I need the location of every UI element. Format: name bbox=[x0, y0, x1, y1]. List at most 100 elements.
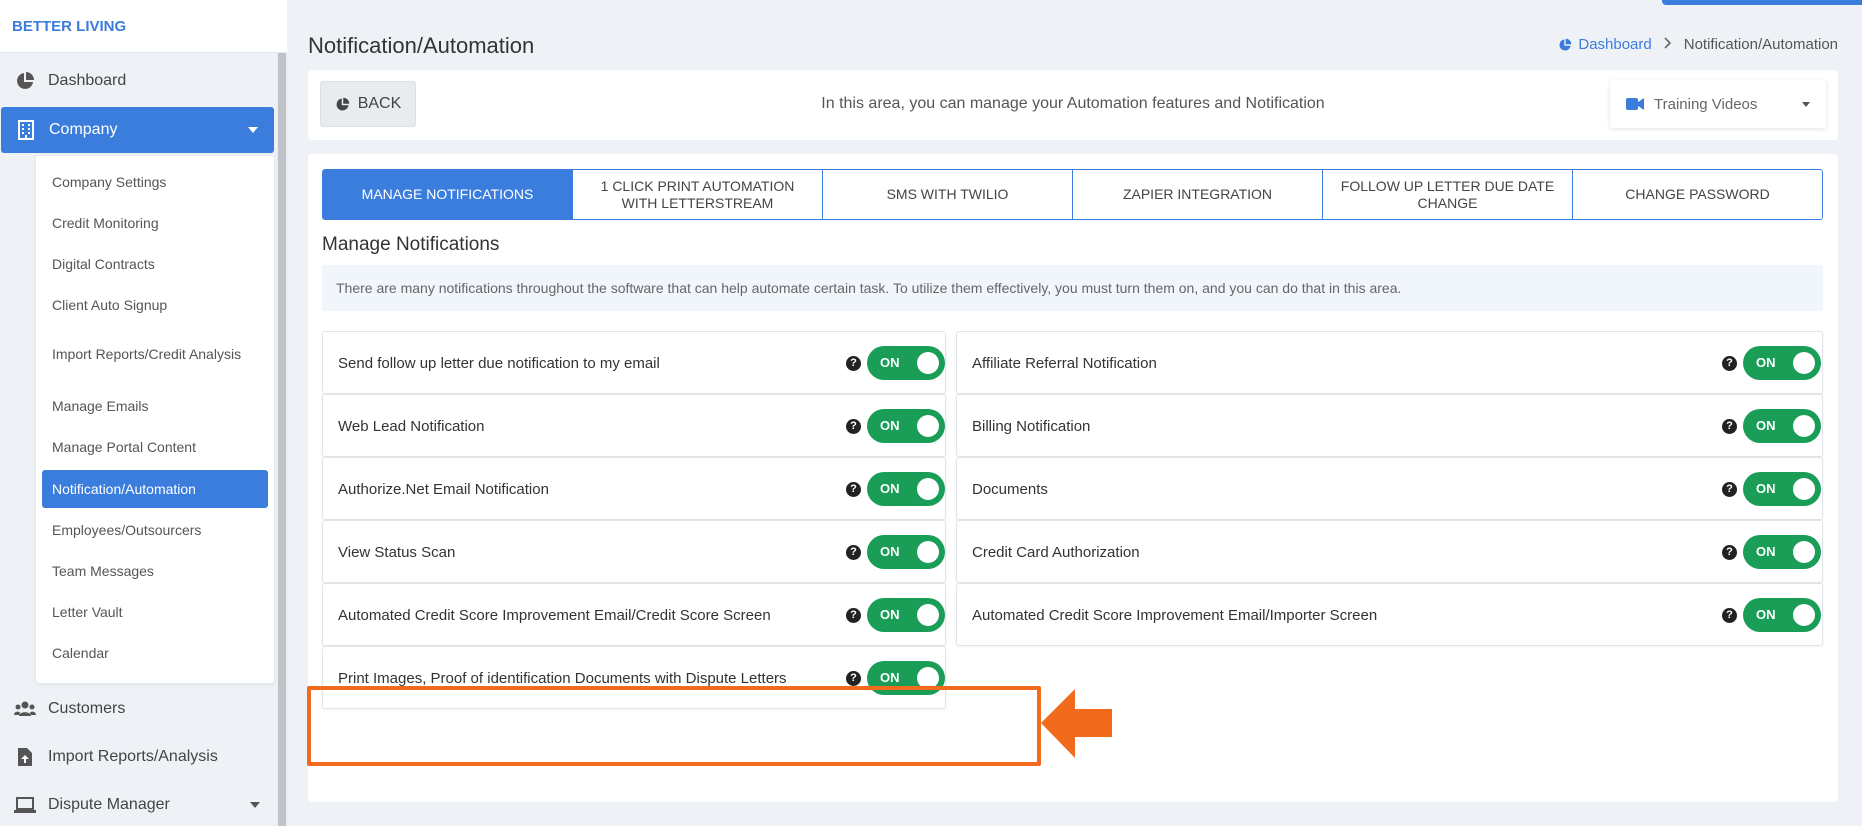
submenu-item-manage-emails[interactable]: Manage Emails bbox=[42, 392, 268, 420]
notification-row: Billing Notification ? ON bbox=[956, 394, 1823, 457]
notification-label: Credit Card Authorization bbox=[972, 544, 1140, 561]
notification-label: Documents bbox=[972, 481, 1048, 498]
sidebar-item-label: Dispute Manager bbox=[48, 796, 170, 813]
submenu-item-client-auto-signup[interactable]: Client Auto Signup bbox=[42, 291, 268, 319]
notification-label: Automated Credit Score Improvement Email… bbox=[338, 607, 771, 624]
help-icon[interactable]: ? bbox=[846, 482, 861, 497]
notification-toggle[interactable]: ON bbox=[867, 598, 945, 632]
toggle-knob bbox=[1793, 604, 1815, 626]
help-icon[interactable]: ? bbox=[846, 608, 861, 623]
chevron-down-icon bbox=[250, 802, 260, 808]
company-submenu: Company Settings Credit Monitoring Digit… bbox=[36, 156, 274, 683]
sidebar-item-label: Dashboard bbox=[48, 72, 127, 89]
notification-row: Automated Credit Score Improvement Email… bbox=[322, 583, 946, 646]
help-icon[interactable]: ? bbox=[846, 671, 861, 686]
file-upload-icon bbox=[14, 746, 36, 768]
submenu-item-letter-vault[interactable]: Letter Vault bbox=[42, 598, 268, 626]
tab-zapier-integration[interactable]: ZAPIER INTEGRATION bbox=[1072, 170, 1322, 219]
users-icon bbox=[14, 698, 36, 720]
notification-row: Authorize.Net Email Notification ? ON bbox=[322, 457, 946, 520]
submenu-item-import-reports[interactable]: Import Reports/Credit Analysis bbox=[42, 332, 242, 376]
submenu-item-manage-portal-content[interactable]: Manage Portal Content bbox=[42, 433, 268, 461]
sidebar-item-dispute-manager[interactable]: Dispute Manager bbox=[0, 782, 276, 826]
help-icon[interactable]: ? bbox=[846, 356, 861, 371]
pie-chart-icon bbox=[1558, 38, 1572, 52]
section-title: Manage Notifications bbox=[322, 234, 500, 255]
toggle-state-label: ON bbox=[1756, 544, 1776, 559]
help-icon[interactable]: ? bbox=[1722, 608, 1737, 623]
toggle-state-label: ON bbox=[1756, 481, 1776, 496]
notification-row: Documents ? ON bbox=[956, 457, 1823, 520]
header-info-text: In this area, you can manage your Automa… bbox=[821, 95, 1325, 112]
sidebar-item-import-reports[interactable]: Import Reports/Analysis bbox=[0, 734, 276, 780]
toggle-knob bbox=[917, 604, 939, 626]
notification-toggle[interactable]: ON bbox=[867, 661, 945, 695]
submenu-item-employees-outsourcers[interactable]: Employees/Outsourcers bbox=[42, 516, 268, 544]
help-icon[interactable]: ? bbox=[1722, 419, 1737, 434]
notification-row: Web Lead Notification ? ON bbox=[322, 394, 946, 457]
toggle-knob bbox=[1793, 478, 1815, 500]
notification-row: Credit Card Authorization ? ON bbox=[956, 520, 1823, 583]
tab-sms-with-twilio[interactable]: SMS WITH TWILIO bbox=[822, 170, 1072, 219]
breadcrumb-dashboard-link[interactable]: Dashboard bbox=[1558, 36, 1652, 53]
notification-label: View Status Scan bbox=[338, 544, 456, 561]
toggle-state-label: ON bbox=[880, 670, 900, 685]
sidebar-item-dashboard[interactable]: Dashboard bbox=[0, 58, 276, 104]
sidebar-item-customers[interactable]: Customers bbox=[0, 686, 276, 732]
tab-1-click-print-automation[interactable]: 1 CLICK PRINT AUTOMATION WITH LETTERSTRE… bbox=[572, 170, 822, 219]
help-icon[interactable]: ? bbox=[1722, 482, 1737, 497]
notification-toggle[interactable]: ON bbox=[867, 346, 945, 380]
toggle-state-label: ON bbox=[1756, 418, 1776, 433]
toggle-state-label: ON bbox=[880, 607, 900, 622]
breadcrumb: Dashboard Notification/Automation bbox=[1558, 36, 1838, 53]
training-videos-dropdown[interactable]: Training Videos bbox=[1610, 80, 1826, 128]
breadcrumb-home-label: Dashboard bbox=[1578, 36, 1652, 53]
notification-row: Send follow up letter due notification t… bbox=[322, 331, 946, 394]
notification-toggle[interactable]: ON bbox=[867, 409, 945, 443]
toggle-knob bbox=[917, 478, 939, 500]
sidebar: BETTER LIVING Dashboard Company Company … bbox=[0, 0, 287, 826]
section-info: There are many notifications throughout … bbox=[322, 265, 1823, 311]
help-icon[interactable]: ? bbox=[846, 545, 861, 560]
toggle-knob bbox=[1793, 541, 1815, 563]
submenu-item-company-settings[interactable]: Company Settings bbox=[42, 168, 268, 196]
tab-bar: MANAGE NOTIFICATIONS 1 CLICK PRINT AUTOM… bbox=[322, 169, 1823, 220]
notification-label: Authorize.Net Email Notification bbox=[338, 481, 549, 498]
notification-label: Send follow up letter due notification t… bbox=[338, 355, 660, 372]
tab-change-password[interactable]: CHANGE PASSWORD bbox=[1572, 170, 1822, 219]
submenu-item-team-messages[interactable]: Team Messages bbox=[42, 557, 268, 585]
tab-manage-notifications[interactable]: MANAGE NOTIFICATIONS bbox=[323, 170, 572, 219]
sidebar-scrollbar[interactable] bbox=[277, 53, 287, 826]
laptop-icon bbox=[14, 794, 36, 816]
sidebar-item-label: Customers bbox=[48, 700, 126, 717]
building-icon bbox=[15, 119, 37, 141]
brand-logo[interactable]: BETTER LIVING bbox=[0, 0, 287, 53]
submenu-item-calendar[interactable]: Calendar bbox=[42, 639, 268, 667]
notification-toggle[interactable]: ON bbox=[867, 535, 945, 569]
notification-toggle[interactable]: ON bbox=[1743, 472, 1821, 506]
notification-toggle[interactable]: ON bbox=[1743, 598, 1821, 632]
submenu-item-notification-automation[interactable]: Notification/Automation bbox=[42, 470, 268, 508]
help-icon[interactable]: ? bbox=[846, 419, 861, 434]
notification-label: Billing Notification bbox=[972, 418, 1091, 435]
submenu-item-credit-monitoring[interactable]: Credit Monitoring bbox=[42, 209, 268, 237]
chevron-right-icon bbox=[1664, 37, 1672, 52]
sidebar-item-company[interactable]: Company bbox=[1, 107, 274, 153]
topbar-accent bbox=[1662, 0, 1862, 5]
tab-follow-up-letter-due-date-change[interactable]: FOLLOW UP LETTER DUE DATE CHANGE bbox=[1322, 170, 1572, 219]
notification-row: Print Images, Proof of identification Do… bbox=[322, 646, 946, 709]
notification-row: Affiliate Referral Notification ? ON bbox=[956, 331, 1823, 394]
help-icon[interactable]: ? bbox=[1722, 545, 1737, 560]
toggle-knob bbox=[1793, 415, 1815, 437]
notification-toggle[interactable]: ON bbox=[867, 472, 945, 506]
scrollbar-thumb[interactable] bbox=[278, 53, 286, 826]
help-icon[interactable]: ? bbox=[1722, 356, 1737, 371]
chevron-down-icon bbox=[1802, 102, 1810, 107]
pie-chart-icon bbox=[14, 70, 36, 92]
notification-toggle[interactable]: ON bbox=[1743, 535, 1821, 569]
submenu-item-digital-contracts[interactable]: Digital Contracts bbox=[42, 250, 268, 278]
notification-row: Automated Credit Score Improvement Email… bbox=[956, 583, 1823, 646]
notification-toggle[interactable]: ON bbox=[1743, 346, 1821, 380]
toggle-state-label: ON bbox=[1756, 355, 1776, 370]
notification-toggle[interactable]: ON bbox=[1743, 409, 1821, 443]
